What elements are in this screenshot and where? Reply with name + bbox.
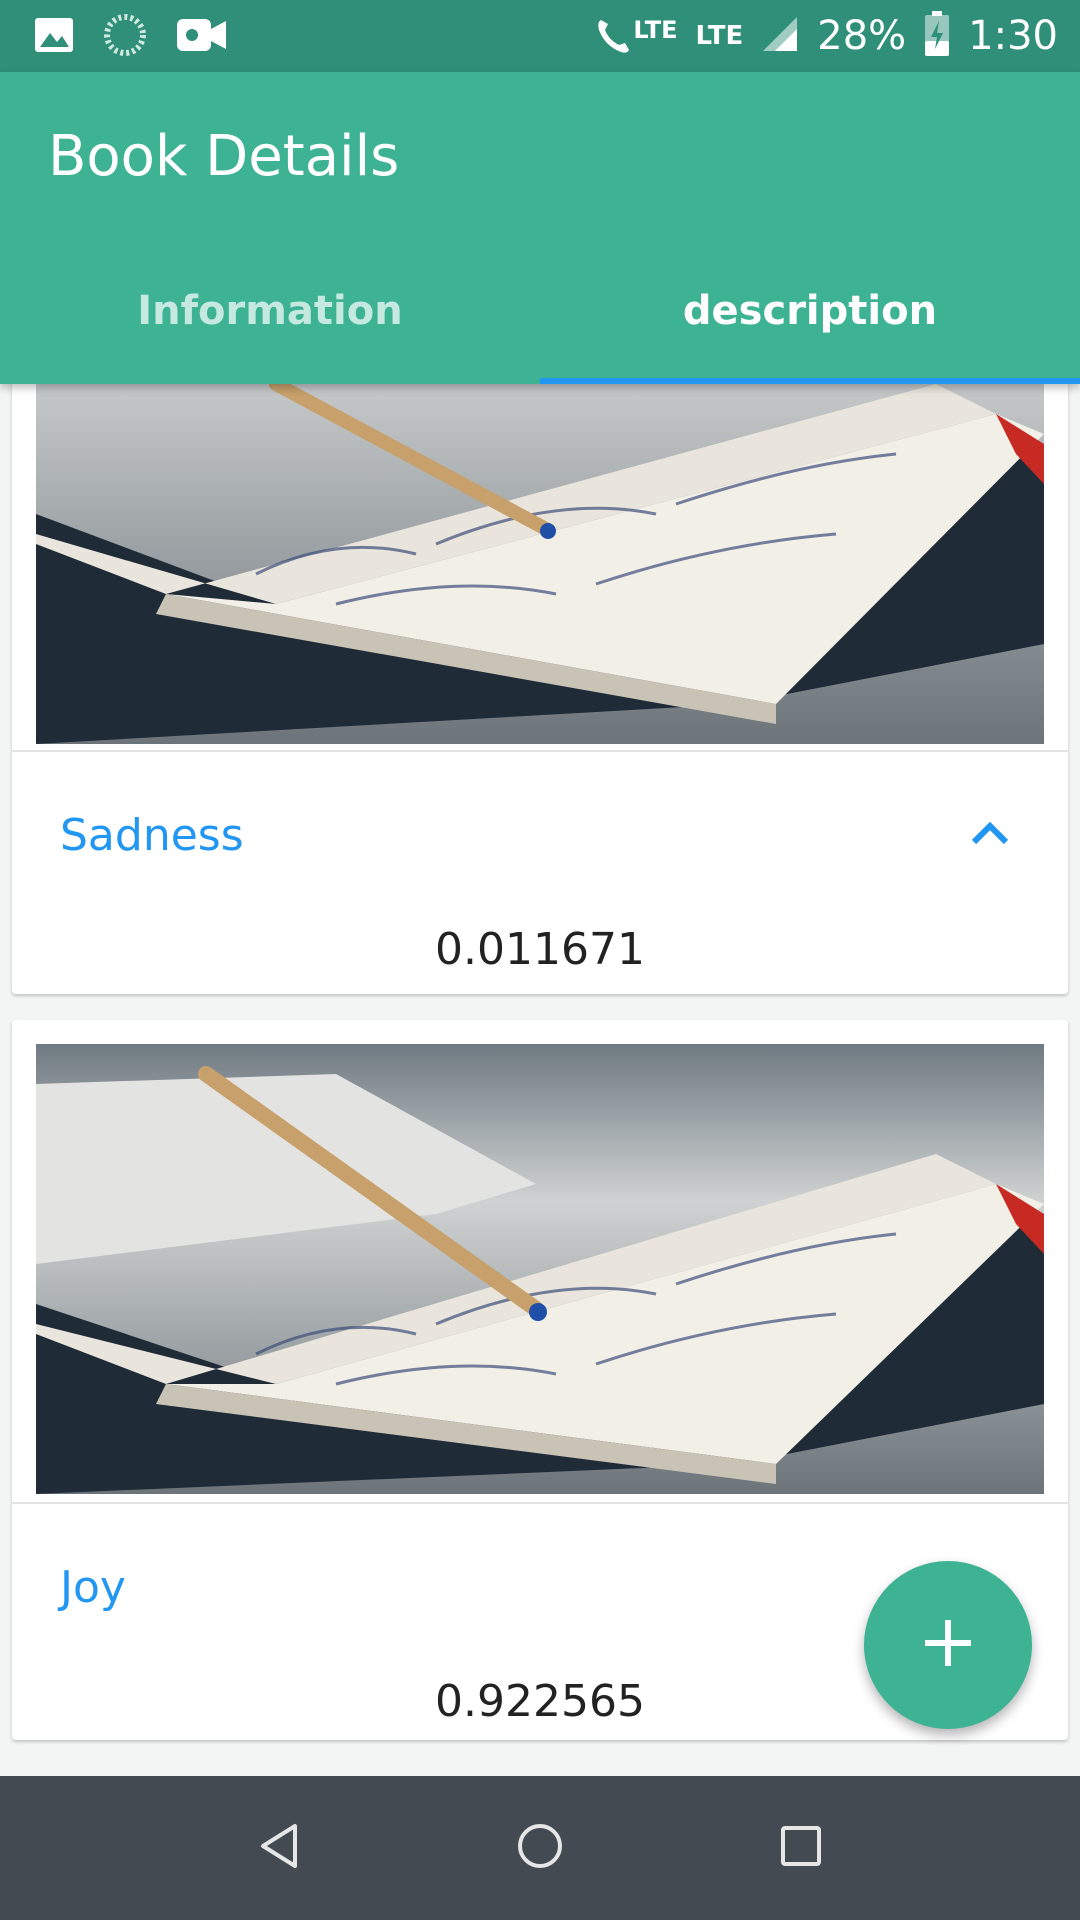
tab-description[interactable]: description (540, 254, 1080, 384)
status-bar: LTE LTE 28% 1:30 (0, 0, 1080, 72)
plus-icon (925, 1619, 971, 1671)
gallery-icon (34, 17, 74, 58)
signal-icon (761, 15, 799, 58)
lte-label-1: LTE (633, 16, 678, 44)
home-icon[interactable] (516, 1822, 564, 1875)
back-icon[interactable] (257, 1822, 301, 1875)
notebook-image (36, 1044, 1044, 1494)
emotion-label: Joy (60, 1562, 126, 1613)
video-camera-icon (176, 17, 228, 58)
battery-percent: 28% (817, 13, 907, 59)
emotion-score: 0.011671 (435, 924, 645, 975)
battery-charging-icon (924, 10, 950, 62)
chevron-up-icon[interactable] (970, 820, 1010, 851)
clock: 1:30 (968, 13, 1058, 59)
add-button[interactable] (864, 1561, 1032, 1729)
system-nav-bar (0, 1776, 1080, 1920)
tab-information[interactable]: Information (0, 254, 540, 384)
card-divider (12, 1502, 1068, 1504)
card-divider (12, 750, 1068, 752)
app-bar: Book Details Information description (0, 72, 1080, 384)
emotion-label: Sadness (60, 810, 244, 861)
emotion-card: Sadness 0.011671 (12, 384, 1068, 994)
recents-icon[interactable] (779, 1824, 823, 1873)
tab-bar: Information description (0, 254, 1080, 384)
notebook-image (36, 384, 1044, 744)
loading-icon (104, 14, 146, 61)
wifi-call-icon: LTE (595, 16, 678, 56)
lte-label-2: LTE (695, 21, 744, 51)
page-title: Book Details (48, 124, 400, 189)
